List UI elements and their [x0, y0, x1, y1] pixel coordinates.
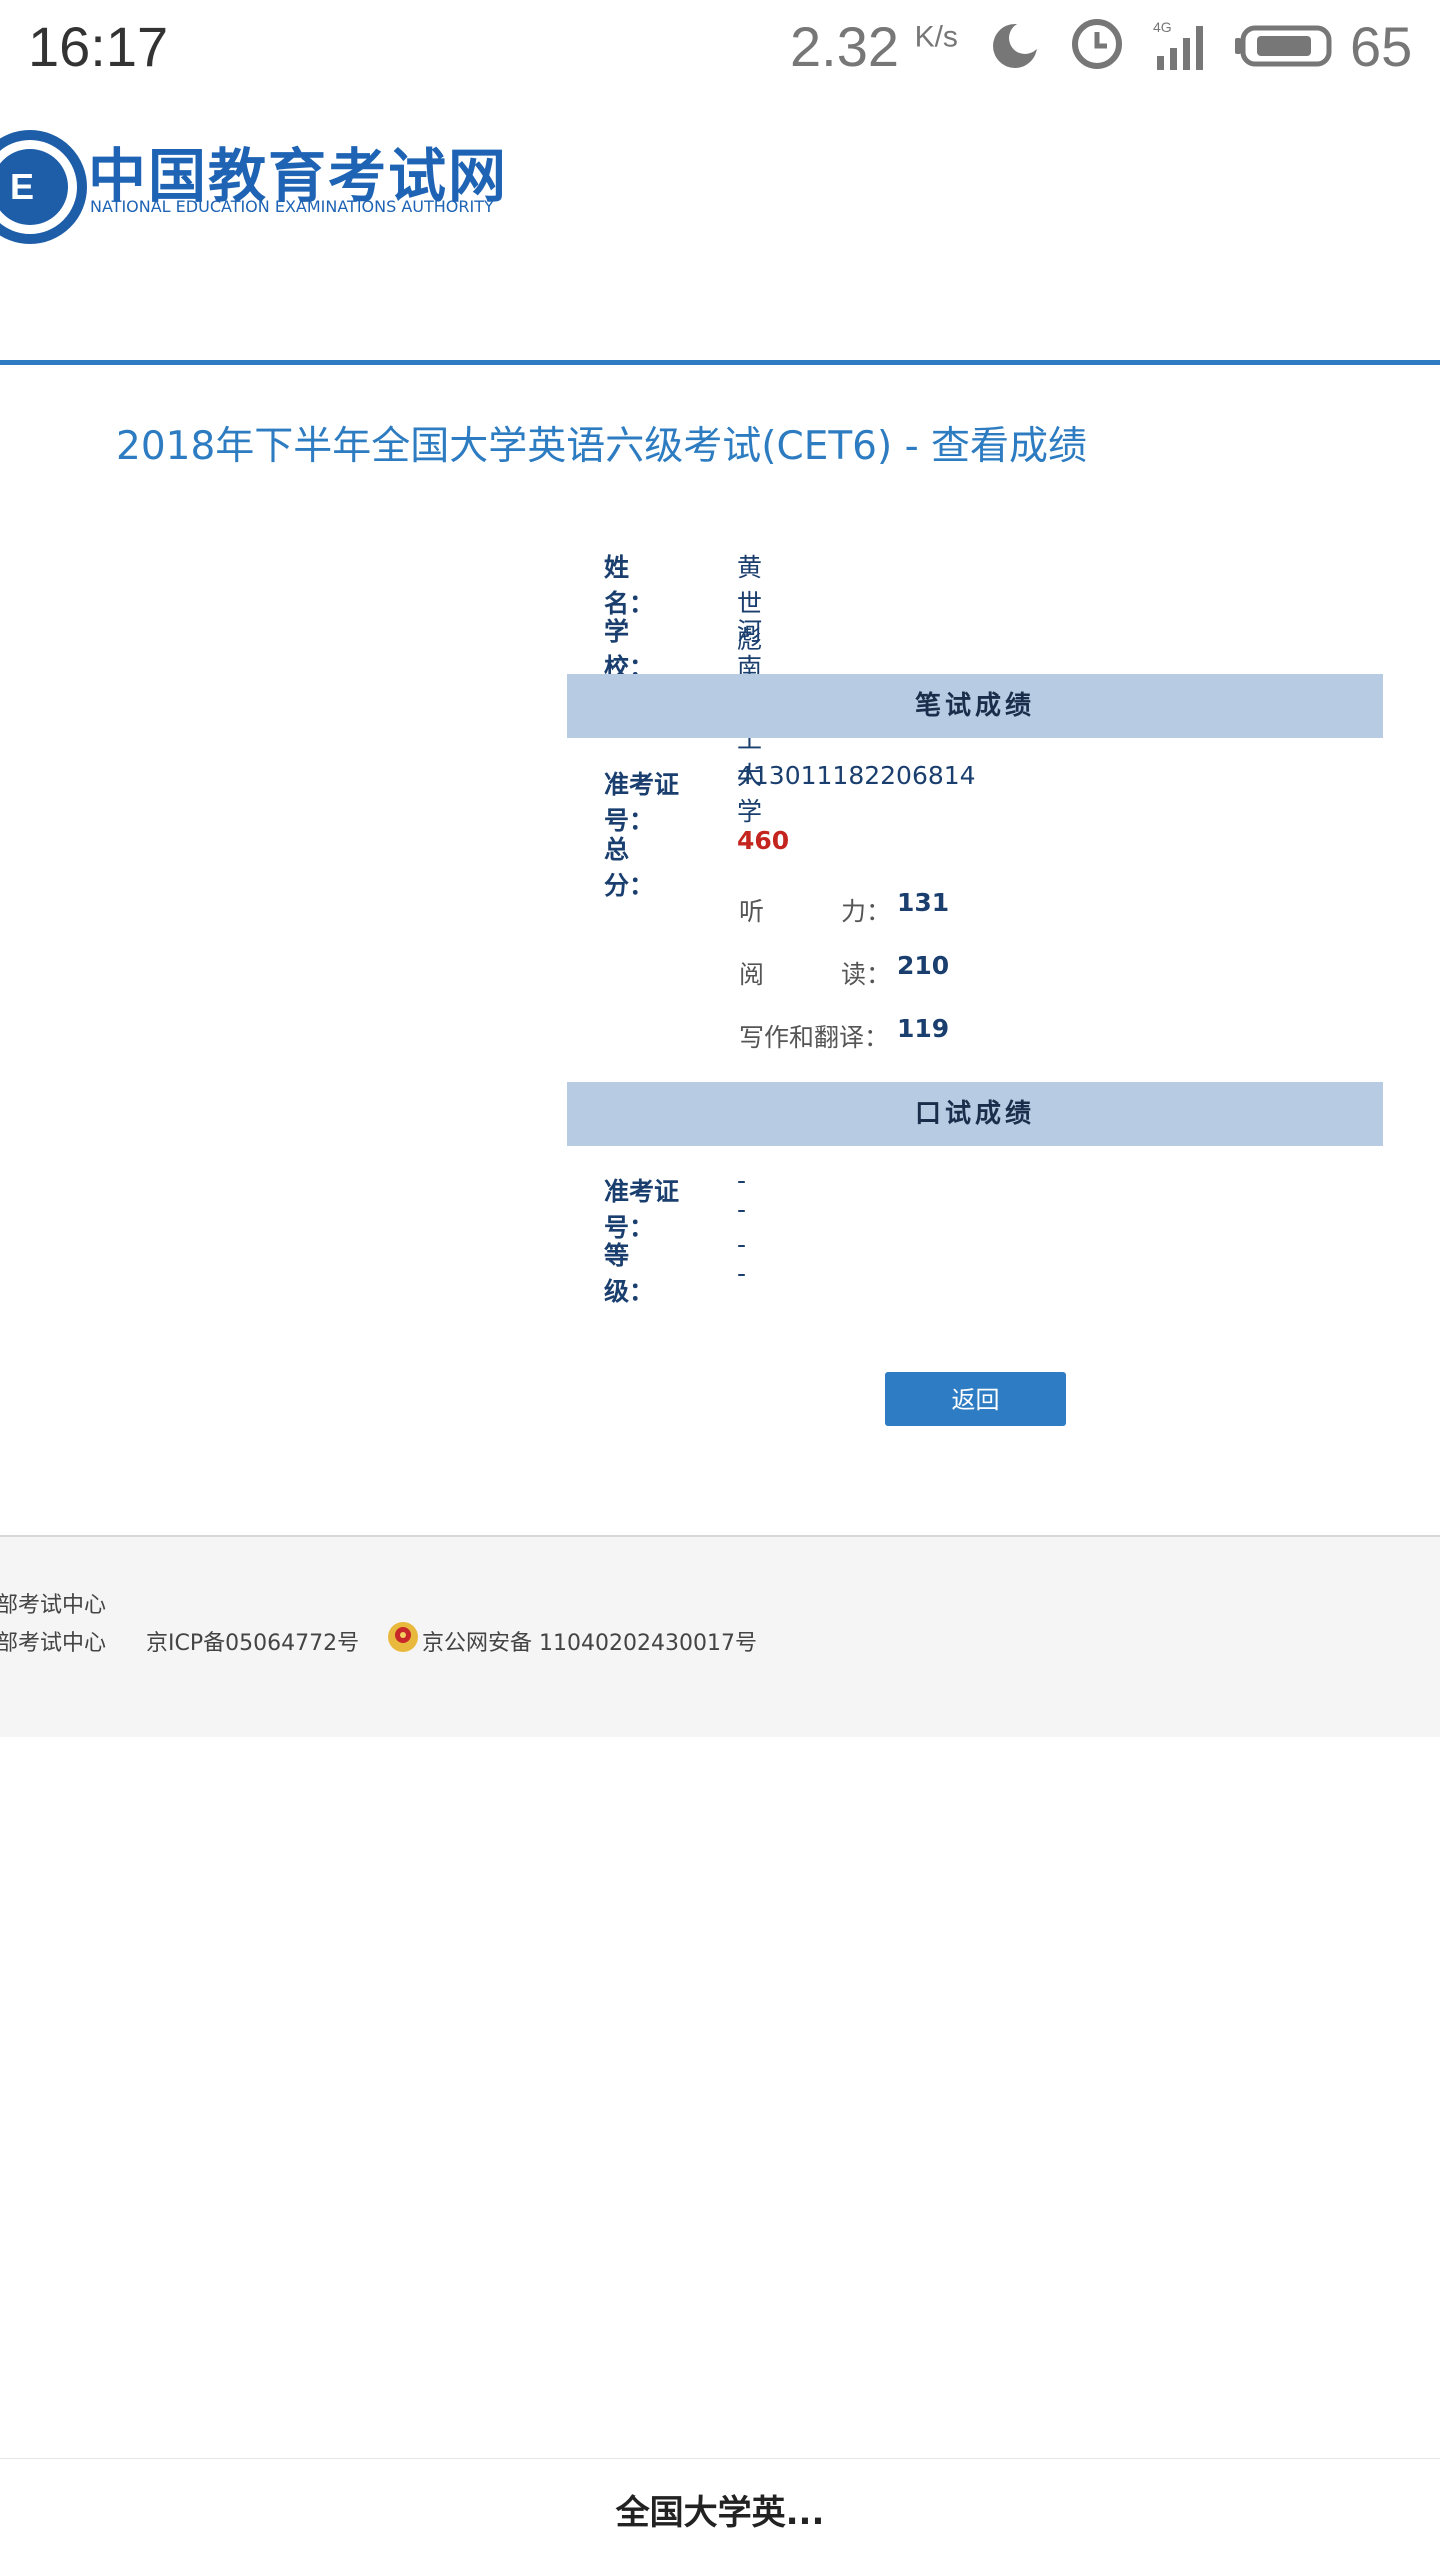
written-ticket-label: 准考证号： — [604, 770, 680, 835]
back-button[interactable]: 返回 — [885, 1372, 1066, 1426]
name-label: 姓名： — [604, 553, 655, 618]
header-divider — [0, 360, 1440, 365]
oral-ticket-value: -- — [737, 1166, 747, 1224]
site-footer: 部考试中心 部考试中心 京ICP备05064772号 京公网安备 1104020… — [0, 1535, 1440, 1737]
battery-level: 65 — [1350, 15, 1413, 78]
writing-translation-label: 写作和翻译： — [739, 1023, 890, 1052]
site-header: E 中国教育考试网 NATIONAL EDUCATION EXAMINATION… — [0, 95, 1440, 365]
browser-page-title[interactable]: 全国大学英... — [0, 2485, 1440, 2534]
network-speed-value: 2.32 — [790, 15, 899, 78]
status-bar: 16:17 2.32 K/s 4G 65 — [0, 0, 1440, 92]
police-badge-icon — [388, 1622, 418, 1652]
footer-org-line1: 部考试中心 — [0, 1593, 107, 1618]
total-score-value: 460 — [737, 826, 790, 855]
page-title: 2018年下半年全国大学英语六级考试(CET6) - 查看成绩 — [116, 424, 1088, 469]
oral-grade-value: -- — [737, 1230, 747, 1288]
footer-icp-link[interactable]: 京ICP备05064772号 — [146, 1625, 359, 1657]
written-section-header: 笔试成绩 — [567, 674, 1383, 738]
site-logo-subtitle: NATIONAL EDUCATION EXAMINATIONS AUTHORIT… — [90, 197, 494, 216]
network-speed-unit: K/s — [914, 20, 958, 54]
network-speed: 2.32 K/s — [790, 14, 958, 79]
alarm-icon — [1072, 19, 1122, 69]
status-icons: 4G — [993, 19, 1332, 70]
oral-ticket-label: 准考证号： — [604, 1177, 680, 1242]
listening-label: 听力： — [739, 897, 892, 926]
total-score-label: 总分： — [604, 835, 655, 900]
do-not-disturb-icon — [993, 22, 1041, 68]
oral-grade-label: 等级： — [604, 1241, 655, 1306]
reading-label: 阅读： — [739, 960, 892, 989]
svg-text:E: E — [10, 166, 34, 207]
listening-score: 131 — [897, 888, 950, 917]
written-ticket-value: 413011182206814 — [737, 761, 976, 790]
writing-translation-score: 119 — [897, 1014, 950, 1043]
battery-icon — [1235, 25, 1332, 67]
browser-bottom-bar: 全国大学英... — [0, 2458, 1440, 2561]
status-time: 16:17 — [28, 15, 169, 78]
footer-org-line2: 部考试中心 — [0, 1631, 107, 1656]
signal-icon: 4G — [1153, 19, 1203, 70]
oral-section-header: 口试成绩 — [567, 1082, 1383, 1146]
reading-score: 210 — [897, 951, 950, 980]
footer-police-link[interactable]: 京公网安备 11040202430017号 — [422, 1625, 757, 1657]
neea-logo-icon[interactable]: E — [0, 107, 90, 257]
network-type: 4G — [1153, 19, 1172, 35]
